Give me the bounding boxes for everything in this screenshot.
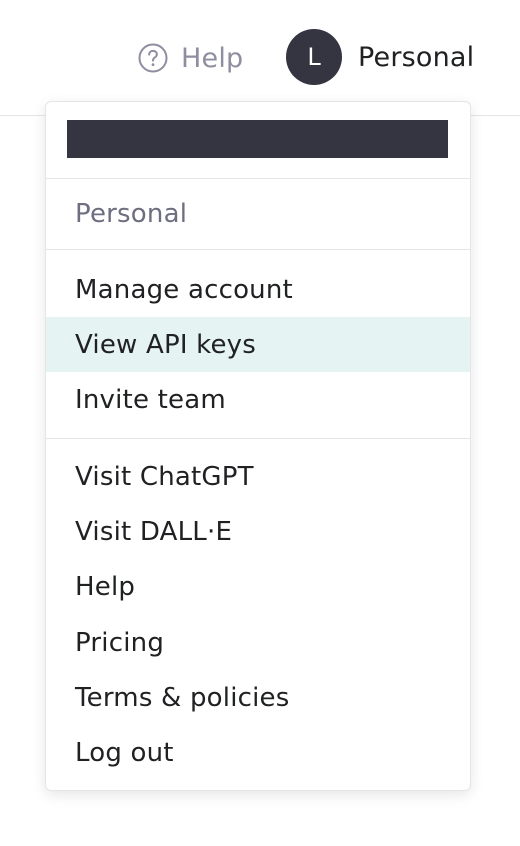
menu-item-view-api-keys[interactable]: View API keys [46,317,470,372]
organization-label: Personal [75,199,188,229]
links-section: Visit ChatGPT Visit DALL·E Help Pricing … [46,439,470,781]
account-actions-section: Manage account View API keys Invite team [46,250,470,439]
menu-item-invite-team[interactable]: Invite team [46,372,470,427]
help-button[interactable]: Help [138,40,243,76]
avatar-initial: L [307,43,321,71]
menu-item-pricing[interactable]: Pricing [46,615,470,670]
menu-item-help[interactable]: Help [46,560,470,615]
account-name: Personal [358,41,475,73]
menu-item-visit-dalle[interactable]: Visit DALL·E [46,504,470,559]
menu-item-manage-account[interactable]: Manage account [46,262,470,317]
menu-item-terms-policies[interactable]: Terms & policies [46,670,470,725]
account-dropdown-menu: Personal Manage account View API keys In… [45,101,471,791]
top-navigation-bar: Help L Personal [0,0,520,116]
redacted-email-bar [67,120,448,158]
menu-item-visit-chatgpt[interactable]: Visit ChatGPT [46,449,470,504]
user-info-section [46,102,470,179]
account-menu-button[interactable]: L Personal [286,29,474,85]
question-circle-icon [138,43,168,73]
menu-item-log-out[interactable]: Log out [46,725,470,780]
avatar: L [286,29,342,85]
organization-section: Personal [46,179,470,250]
help-label: Help [181,42,244,74]
